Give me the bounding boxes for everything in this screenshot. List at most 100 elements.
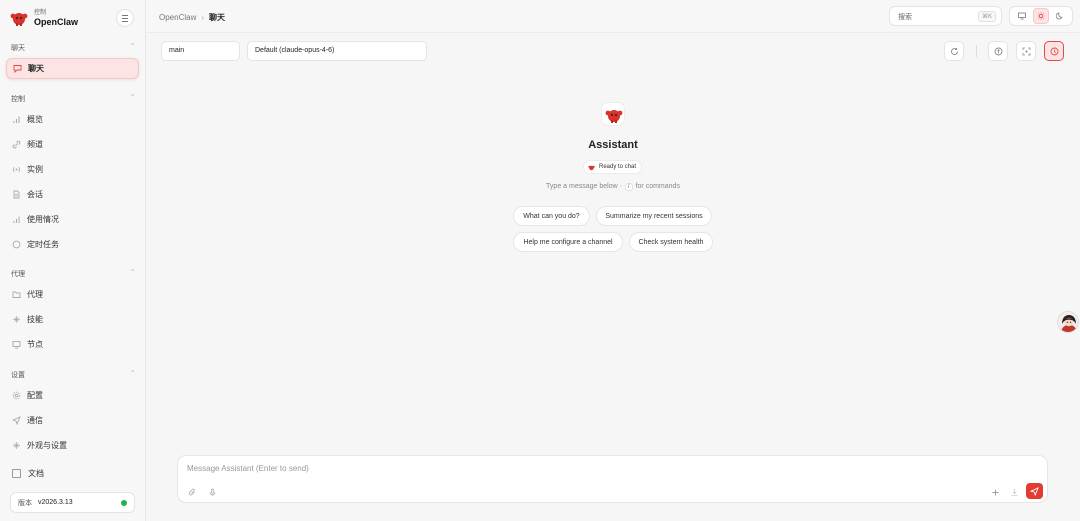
session-select[interactable]: main (161, 41, 240, 61)
document-icon (12, 190, 21, 199)
sidebar-item-label: 配置 (27, 391, 43, 400)
status-badge: Ready to chat (583, 160, 643, 174)
chat-bubble-icon (13, 64, 22, 73)
sidebar-item-sessions[interactable]: 会话 (6, 184, 139, 205)
message-input[interactable]: Message Assistant (Enter to send) (187, 464, 309, 473)
think-toggle-button[interactable] (988, 41, 1008, 61)
sidebar-toggle-button[interactable] (116, 9, 134, 27)
moon-icon (1056, 12, 1063, 20)
refresh-icon (950, 47, 958, 55)
theme-system-button[interactable] (1014, 8, 1030, 24)
download-icon (1011, 488, 1017, 496)
send-icon (1030, 486, 1039, 496)
brand-name: OpenClaw (34, 17, 79, 27)
send-button[interactable] (1026, 483, 1043, 499)
section-title-agents[interactable]: 代理 ⌃ (11, 268, 136, 279)
sidebar-item-label: 技能 (27, 315, 43, 324)
history-button[interactable] (1044, 41, 1064, 61)
clock-icon (12, 240, 21, 249)
monitor-icon (1017, 12, 1026, 20)
status-dot-icon (121, 499, 127, 506)
sidebar-item-chat[interactable]: 聊天 (6, 58, 139, 79)
sidebar-item-communication[interactable]: 通信 (6, 410, 139, 431)
section-title-label: 代理 (11, 271, 25, 278)
openclaw-logo-icon (588, 164, 595, 171)
suggestion-chip[interactable]: Summarize my recent sessions (596, 206, 712, 226)
model-select[interactable]: Default (claude-opus-4-6) (247, 41, 427, 61)
sidebar-item-label: 频道 (27, 140, 43, 149)
sidebar-item-agents[interactable]: 代理 (6, 284, 139, 305)
hint-text-before: Type a message below · (546, 183, 622, 190)
link-icon (12, 140, 21, 149)
brain-icon (994, 47, 1002, 55)
sidebar-item-label: 聊天 (28, 64, 44, 73)
topbar: OpenClaw › 聊天 搜索 ⌘K (146, 0, 1080, 33)
sidebar-item-label: 代理 (27, 290, 43, 299)
chevron-up-icon: ⌃ (129, 93, 136, 102)
chevron-right-icon: › (201, 13, 205, 22)
sidebar-item-instances[interactable]: 实例 (6, 159, 139, 180)
sidebar-item-appearance[interactable]: 外观与设置 (6, 435, 139, 456)
suggestion-chip[interactable]: What can you do? (513, 206, 590, 226)
radio-icon (12, 165, 21, 174)
sidebar-item-skills[interactable]: 技能 (6, 309, 139, 330)
floating-avatar[interactable] (1057, 311, 1079, 333)
version-label: 版本 (18, 499, 32, 507)
sidebar-item-config[interactable]: 配置 (6, 385, 139, 406)
search-shortcut: ⌘K (977, 11, 996, 22)
suggestion-label: Summarize my recent sessions (605, 212, 703, 220)
sidebar-item-docs[interactable]: 文档 (12, 468, 44, 479)
chevron-up-icon: ⌃ (129, 268, 136, 277)
search-input[interactable]: 搜索 ⌘K (889, 6, 1002, 26)
gear-icon (12, 391, 21, 400)
export-button[interactable] (1008, 486, 1020, 498)
sidebar-item-usage[interactable]: 使用情况 (6, 209, 139, 230)
plus-icon (992, 489, 998, 495)
sidebar-item-cron-jobs[interactable]: 定时任务 (6, 234, 139, 255)
section-title-label: 设置 (11, 372, 25, 379)
section-title-control[interactable]: 控制 ⌃ (11, 93, 136, 104)
sidebar-item-label: 外观与设置 (27, 441, 67, 450)
brand[interactable]: 控制 OpenClaw (9, 8, 78, 28)
folder-icon (12, 290, 21, 299)
section-title-label: 聊天 (11, 45, 25, 52)
sun-icon (1037, 12, 1045, 20)
suggestion-label: Check system health (638, 238, 704, 246)
message-composer: Message Assistant (Enter to send) (177, 455, 1048, 503)
refresh-button[interactable] (944, 41, 964, 61)
bar-chart-icon (12, 215, 21, 224)
sidebar-item-label: 会话 (27, 190, 43, 199)
bar-chart-icon (12, 115, 21, 124)
book-icon (12, 469, 21, 478)
suggestion-chip[interactable]: Check system health (629, 232, 713, 252)
sidebar-item-label: 定时任务 (27, 240, 59, 249)
command-hint: Type a message below · / for commands (500, 183, 726, 191)
chevron-up-icon: ⌃ (129, 369, 136, 378)
attach-button[interactable] (186, 486, 198, 498)
sidebar: 控制 OpenClaw 聊天 ⌃ 聊天 控制 ⌃ 概览 频道 实例 会话 使用情… (0, 0, 146, 521)
section-title-settings[interactable]: 设置 ⌃ (11, 369, 136, 380)
sparkle-icon (12, 441, 21, 450)
monitor-icon (12, 340, 21, 349)
sidebar-item-overview[interactable]: 概览 (6, 109, 139, 130)
menu-icon (122, 14, 128, 23)
openclaw-logo-icon (9, 8, 29, 28)
status-text: Ready to chat (599, 164, 637, 170)
search-placeholder: 搜索 (898, 14, 912, 21)
theme-switcher (1009, 6, 1073, 26)
sidebar-item-nodes[interactable]: 节点 (6, 334, 139, 355)
new-session-button[interactable] (989, 486, 1001, 498)
sidebar-item-label: 节点 (27, 340, 43, 349)
breadcrumb-root[interactable]: OpenClaw (159, 13, 196, 22)
theme-dark-button[interactable] (1052, 8, 1068, 24)
toolbar-divider (976, 45, 977, 57)
microphone-icon (209, 488, 215, 496)
focus-mode-button[interactable] (1016, 41, 1036, 61)
sidebar-item-channels[interactable]: 频道 (6, 134, 139, 155)
suggestion-chip[interactable]: Help me configure a channel (513, 232, 623, 252)
chevron-up-icon: ⌃ (129, 42, 136, 51)
suggestion-label: What can you do? (523, 212, 580, 220)
section-title-chat[interactable]: 聊天 ⌃ (11, 42, 136, 53)
theme-light-button[interactable] (1032, 8, 1049, 24)
voice-button[interactable] (206, 486, 218, 498)
